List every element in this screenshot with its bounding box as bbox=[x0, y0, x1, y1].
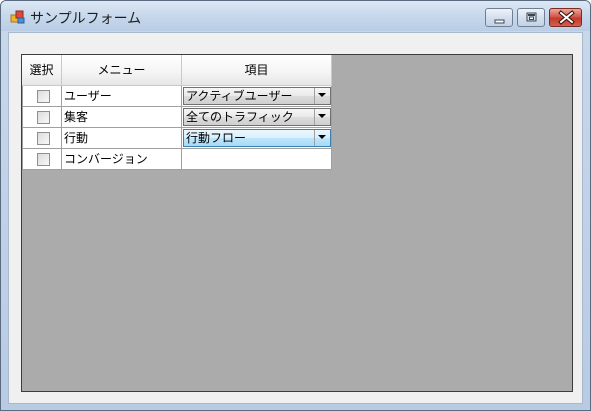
combobox-value: アクティブユーザー bbox=[186, 89, 293, 103]
chevron-down-icon[interactable] bbox=[314, 130, 330, 146]
table-row-menu-cell[interactable]: コンバージョン bbox=[62, 149, 182, 170]
table-row-select-cell bbox=[22, 107, 62, 128]
item-combobox[interactable]: アクティブユーザー bbox=[183, 87, 331, 105]
table-row-item-cell: アクティブユーザー bbox=[182, 86, 332, 107]
table-row-select-cell bbox=[22, 149, 62, 170]
item-combobox[interactable]: 行動フロー bbox=[183, 129, 331, 147]
row-checkbox[interactable] bbox=[37, 111, 50, 124]
table-row-item-cell: 行動フロー bbox=[182, 128, 332, 149]
combobox-value: 行動フロー bbox=[186, 131, 247, 145]
minimize-button[interactable] bbox=[485, 8, 513, 27]
title-bar[interactable]: サンプルフォーム bbox=[1, 1, 590, 31]
close-button[interactable] bbox=[549, 8, 582, 27]
data-grid[interactable]: 選択 メニュー 項目 ユーザー アクティブユーザー 集客 全てのトラフィック 行… bbox=[21, 54, 573, 392]
combobox-value: 全てのトラフィック bbox=[186, 110, 294, 124]
window-title: サンプルフォーム bbox=[30, 11, 142, 27]
form-client-area: 選択 メニュー 項目 ユーザー アクティブユーザー 集客 全てのトラフィック 行… bbox=[8, 32, 583, 404]
table-row-item-cell: 全てのトラフィック bbox=[182, 107, 332, 128]
table-row-select-cell bbox=[22, 86, 62, 107]
minimize-icon bbox=[494, 19, 505, 24]
maximize-icon bbox=[526, 12, 537, 22]
table-row-menu-cell[interactable]: 集客 bbox=[62, 107, 182, 128]
chevron-down-icon[interactable] bbox=[314, 109, 330, 125]
app-form-icon[interactable] bbox=[10, 9, 26, 25]
maximize-button[interactable] bbox=[517, 8, 545, 27]
app-window: サンプルフォーム 選択 メニュー 項目 ユーザー アクティブユーザー 集客 全て… bbox=[0, 0, 591, 411]
table-row-item-cell[interactable] bbox=[182, 149, 332, 170]
row-checkbox[interactable] bbox=[37, 90, 50, 103]
column-header-menu[interactable]: メニュー bbox=[62, 55, 182, 86]
table-row-menu-cell[interactable]: 行動 bbox=[62, 128, 182, 149]
column-header-select[interactable]: 選択 bbox=[22, 55, 62, 86]
column-header-item[interactable]: 項目 bbox=[182, 55, 332, 86]
chevron-down-icon[interactable] bbox=[314, 88, 330, 104]
close-icon bbox=[558, 10, 575, 25]
row-checkbox[interactable] bbox=[37, 132, 50, 145]
table-row-select-cell bbox=[22, 128, 62, 149]
item-combobox[interactable]: 全てのトラフィック bbox=[183, 108, 331, 126]
row-checkbox[interactable] bbox=[37, 153, 50, 166]
table-row-menu-cell[interactable]: ユーザー bbox=[62, 86, 182, 107]
